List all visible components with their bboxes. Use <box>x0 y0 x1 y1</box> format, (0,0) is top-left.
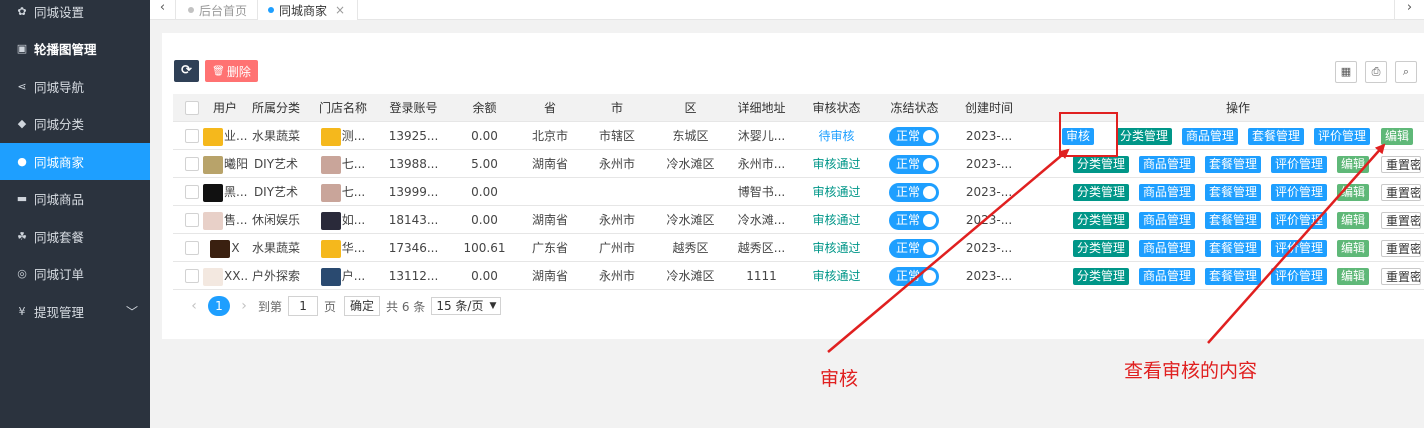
annotation-audit-label: 审核 <box>820 368 859 390</box>
arrow-to-edit-button <box>1207 143 1386 344</box>
annotation-view-audit-label: 查看审核的内容 <box>1124 360 1258 382</box>
arrow-to-audit-button <box>827 148 1070 353</box>
